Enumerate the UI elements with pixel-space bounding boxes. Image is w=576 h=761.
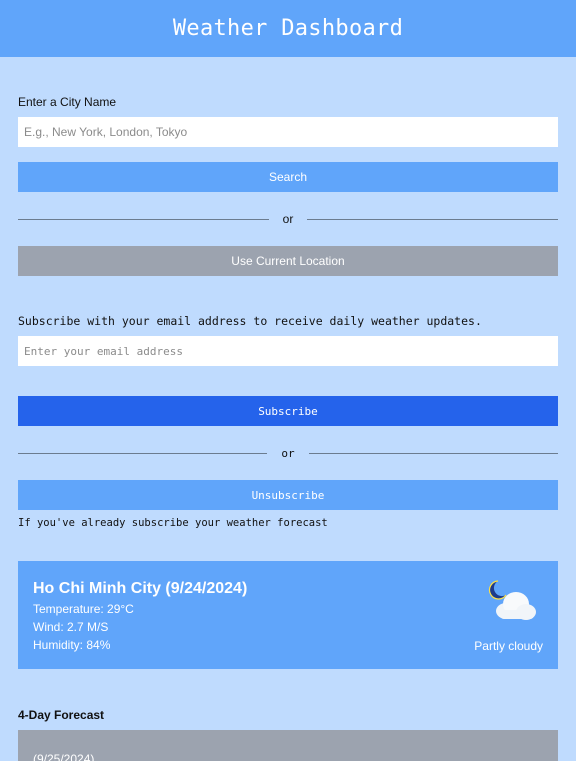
current-temperature: Temperature: 29°C xyxy=(33,602,134,616)
unsubscribe-note: If you've already subscribe your weather… xyxy=(18,517,328,529)
email-input[interactable] xyxy=(18,336,558,366)
current-city-date: Ho Chi Minh City (9/24/2024) xyxy=(33,580,248,597)
forecast-card: (9/25/2024) xyxy=(18,730,558,761)
or-divider-subscribe: or xyxy=(18,446,558,460)
divider-text: or xyxy=(282,212,294,226)
app-header: Weather Dashboard xyxy=(0,0,576,57)
current-condition: Partly cloudy xyxy=(474,639,543,653)
forecast-title: 4-Day Forecast xyxy=(18,708,105,722)
or-divider: or xyxy=(18,212,559,226)
current-weather-card: Ho Chi Minh City (9/24/2024) Temperature… xyxy=(18,561,558,669)
subscribe-button[interactable]: Subscribe xyxy=(18,396,558,426)
unsubscribe-button[interactable]: Unsubscribe xyxy=(18,480,558,510)
city-search-input[interactable] xyxy=(18,117,558,147)
page-title: Weather Dashboard xyxy=(172,16,404,41)
subscribe-prompt: Subscribe with your email address to rec… xyxy=(18,314,482,328)
search-button[interactable]: Search xyxy=(18,162,558,192)
current-humidity: Humidity: 84% xyxy=(33,638,111,652)
partly-cloudy-night-icon xyxy=(488,580,536,620)
city-input-label: Enter a City Name xyxy=(18,95,117,109)
divider-line-right xyxy=(307,218,559,220)
divider-line-left xyxy=(18,218,269,220)
current-wind: Wind: 2.7 M/S xyxy=(33,620,109,634)
divider-line-left xyxy=(18,452,268,454)
forecast-date: (9/25/2024) xyxy=(33,752,95,761)
use-current-location-button[interactable]: Use Current Location xyxy=(18,246,558,276)
divider-line-right xyxy=(308,452,558,454)
divider-text: or xyxy=(281,446,295,460)
